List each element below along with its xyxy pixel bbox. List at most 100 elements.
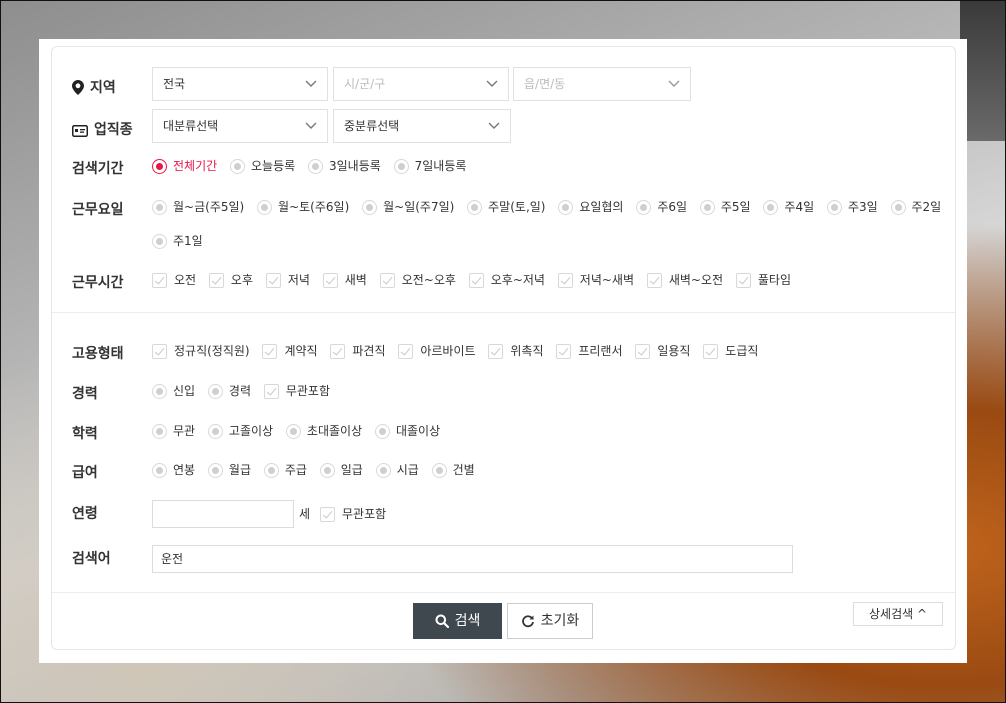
worktime-option[interactable]: 저녁 — [265, 271, 310, 288]
workday-option[interactable]: 월~일(주7일) — [362, 198, 454, 215]
checkbox[interactable] — [556, 344, 572, 359]
workday-option[interactable]: 주4일 — [763, 198, 814, 215]
workday-option[interactable]: 주말(토,일) — [467, 198, 545, 215]
radio[interactable] — [152, 384, 167, 399]
checkbox[interactable] — [703, 344, 719, 359]
employment-option[interactable]: 프리랜서 — [556, 342, 623, 359]
radio[interactable] — [431, 463, 447, 478]
radio[interactable] — [636, 200, 652, 215]
keyword-input[interactable]: 운전 — [152, 545, 793, 573]
employment-option[interactable]: 도급직 — [703, 342, 758, 359]
workday-option[interactable]: 주5일 — [699, 198, 751, 215]
checkbox[interactable] — [379, 273, 395, 288]
salary-option[interactable]: 주급 — [263, 461, 307, 478]
employment-option[interactable]: 아르바이트 — [398, 342, 476, 359]
radio[interactable] — [152, 200, 167, 215]
workday-option[interactable]: 요일협의 — [558, 198, 623, 215]
worktime-option[interactable]: 풀타임 — [735, 271, 791, 288]
employment-option[interactable]: 정규직(정직원) — [152, 342, 250, 359]
education-option[interactable]: 대졸이상 — [374, 422, 440, 439]
radio[interactable] — [308, 159, 323, 174]
education-option[interactable]: 무관 — [152, 422, 195, 439]
checkbox[interactable] — [488, 344, 504, 359]
region-sigungu-select[interactable]: 시/군/구 — [333, 67, 509, 101]
employment-option[interactable]: 위촉직 — [488, 342, 544, 359]
education-option[interactable]: 초대졸이상 — [285, 422, 362, 439]
radio[interactable] — [763, 200, 779, 215]
period-option-all[interactable]: 전체기간 — [152, 157, 217, 174]
region-dong-select[interactable]: 읍/면/동 — [513, 67, 691, 101]
radio[interactable] — [207, 384, 223, 399]
radio[interactable] — [319, 463, 335, 478]
radio[interactable] — [393, 159, 409, 174]
job-category-main-select[interactable]: 대분류선택 — [152, 109, 328, 143]
radio[interactable] — [207, 463, 223, 478]
education-option[interactable]: 고졸이상 — [207, 422, 273, 439]
checkbox[interactable] — [557, 273, 573, 288]
radio[interactable] — [285, 424, 301, 439]
salary-option[interactable]: 월급 — [207, 461, 251, 478]
radio[interactable] — [362, 200, 378, 215]
period-option-7days[interactable]: 7일내등록 — [393, 157, 466, 174]
salary-option[interactable]: 시급 — [375, 461, 419, 478]
radio[interactable] — [374, 424, 390, 439]
employment-option[interactable]: 일용직 — [635, 342, 690, 359]
checkbox[interactable] — [152, 344, 167, 359]
radio[interactable] — [467, 200, 483, 215]
workday-option[interactable]: 월~토(주6일) — [257, 198, 349, 215]
employment-option[interactable]: 파견직 — [330, 342, 386, 359]
worktime-option[interactable]: 오전 — [152, 271, 196, 288]
radio[interactable] — [152, 463, 167, 478]
workday-option[interactable]: 주3일 — [826, 198, 878, 215]
worktime-option[interactable]: 새벽~오전 — [646, 271, 723, 288]
radio[interactable] — [152, 424, 167, 439]
worktime-option[interactable]: 오후~저녁 — [468, 271, 545, 288]
radio[interactable] — [375, 463, 391, 478]
checkbox[interactable] — [265, 273, 281, 288]
salary-option[interactable]: 건별 — [431, 461, 475, 478]
workday-option[interactable]: 월~금(주5일) — [152, 198, 244, 215]
radio[interactable] — [558, 200, 574, 215]
region-sido-select[interactable]: 전국 — [152, 67, 328, 101]
career-include-any[interactable]: 무관포함 — [263, 382, 330, 399]
search-button[interactable]: 검색 — [413, 603, 502, 639]
checkbox[interactable] — [330, 344, 346, 359]
checkbox[interactable] — [398, 344, 414, 359]
job-category-sub-select[interactable]: 중분류선택 — [333, 109, 511, 143]
checkbox[interactable] — [322, 273, 338, 288]
salary-option[interactable]: 일급 — [319, 461, 363, 478]
worktime-option[interactable]: 오후 — [208, 271, 253, 288]
worktime-option[interactable]: 새벽 — [322, 271, 367, 288]
employment-option[interactable]: 계약직 — [262, 342, 318, 359]
detail-search-toggle[interactable]: 상세검색 ^ — [853, 602, 943, 626]
checkbox[interactable] — [646, 273, 662, 288]
checkbox[interactable] — [735, 273, 751, 288]
workday-option[interactable]: 주6일 — [636, 198, 687, 215]
period-option-today[interactable]: 오늘등록 — [230, 157, 295, 174]
checkbox[interactable] — [208, 273, 224, 288]
checkbox[interactable] — [468, 273, 484, 288]
workday-option[interactable]: 주2일 — [890, 198, 941, 215]
period-option-3days[interactable]: 3일내등록 — [308, 157, 381, 174]
checkbox[interactable] — [152, 273, 167, 288]
age-input[interactable] — [152, 500, 294, 528]
radio[interactable] — [826, 200, 842, 215]
reset-button[interactable]: 초기화 — [507, 603, 593, 639]
radio[interactable] — [207, 424, 223, 439]
radio[interactable] — [257, 200, 273, 215]
radio[interactable] — [699, 200, 715, 215]
radio-selected[interactable] — [152, 159, 167, 174]
career-option-new[interactable]: 신입 — [152, 382, 195, 399]
radio[interactable] — [230, 159, 245, 174]
checkbox[interactable] — [635, 344, 651, 359]
worktime-option[interactable]: 저녁~새벽 — [557, 271, 634, 288]
age-include-any[interactable]: 무관포함 — [320, 505, 395, 522]
career-option-experienced[interactable]: 경력 — [207, 382, 251, 399]
radio[interactable] — [263, 463, 279, 478]
workday-option[interactable]: 주1일 — [152, 232, 203, 249]
salary-option[interactable]: 연봉 — [152, 461, 195, 478]
checkbox[interactable] — [263, 384, 279, 399]
checkbox[interactable] — [320, 507, 335, 522]
radio[interactable] — [890, 200, 906, 215]
worktime-option[interactable]: 오전~오후 — [379, 271, 456, 288]
